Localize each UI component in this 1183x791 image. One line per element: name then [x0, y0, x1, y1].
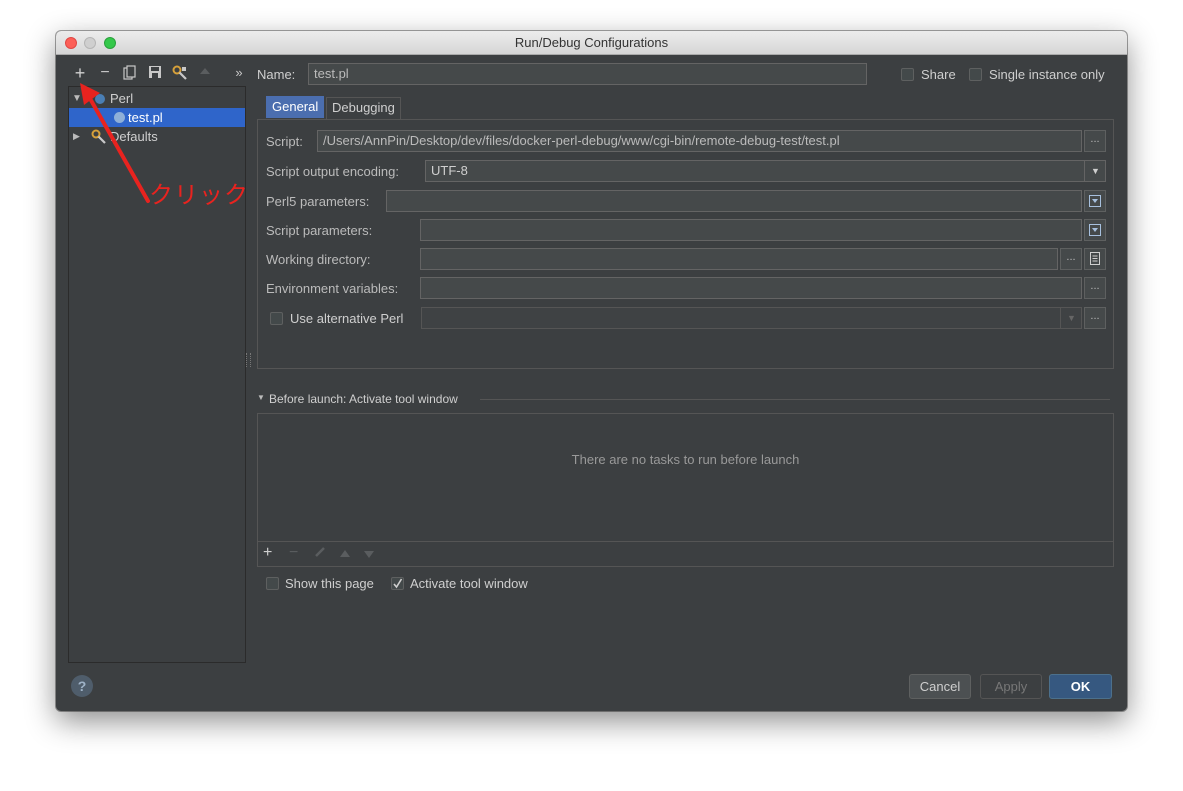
empty-tasks-text: There are no tasks to run before launch [571, 452, 800, 467]
alt-perl-checkbox[interactable] [270, 312, 283, 325]
pencil-icon [315, 547, 325, 557]
script-field[interactable]: /Users/AnnPin/Desktop/dev/files/docker-p… [317, 130, 1082, 152]
working-dir-label: Working directory: [266, 252, 371, 267]
cancel-button[interactable]: Cancel [909, 674, 971, 699]
add-configuration-button[interactable]: + [71, 64, 89, 82]
macro-insert-button[interactable] [1084, 248, 1106, 270]
encoding-label: Script output encoding: [266, 164, 399, 179]
remove-configuration-button[interactable]: − [96, 64, 114, 82]
copy-icon [123, 65, 136, 80]
browse-script-button[interactable]: ... [1084, 130, 1106, 152]
move-task-up-button [339, 547, 351, 562]
chevron-down-icon: ▼ [1060, 308, 1082, 328]
add-task-button[interactable]: + [263, 544, 272, 562]
window-title: Run/Debug Configurations [514, 35, 669, 50]
script-params-label: Script parameters: [266, 223, 373, 238]
wrench-icon [172, 65, 187, 80]
tab-general[interactable]: General [266, 96, 325, 118]
activate-tool-window-label: Activate tool window [410, 576, 528, 591]
show-page-checkbox[interactable] [266, 577, 279, 590]
panel-divider [258, 541, 1113, 542]
apply-button[interactable]: Apply [980, 674, 1042, 699]
edit-defaults-button[interactable] [171, 64, 189, 82]
alt-perl-label: Use alternative Perl [290, 311, 404, 326]
share-label: Share [921, 67, 956, 82]
name-field[interactable]: test.pl [308, 63, 867, 85]
splitter-handle[interactable] [246, 353, 251, 367]
zoom-window-button[interactable] [104, 37, 116, 49]
alt-perl-select [421, 307, 1082, 329]
arrow-down-icon [364, 551, 374, 558]
name-label: Name: [257, 67, 296, 82]
edit-env-vars-button[interactable]: ... [1084, 277, 1106, 299]
expand-script-params-button[interactable] [1084, 219, 1106, 241]
edit-task-button [314, 546, 326, 561]
annotation-arrow-icon [80, 83, 150, 203]
activate-tool-window-checkbox[interactable] [391, 577, 404, 590]
env-vars-field[interactable] [420, 277, 1082, 299]
ok-button[interactable]: OK [1049, 674, 1112, 699]
save-configuration-button[interactable] [146, 64, 164, 82]
checkmark-icon [393, 578, 403, 589]
perl5-params-label: Perl5 parameters: [266, 194, 370, 209]
run-debug-dialog: Run/Debug Configurations + − » ▼ Perl te… [56, 31, 1127, 711]
save-icon [149, 66, 161, 78]
minimize-window-button[interactable] [84, 37, 96, 49]
single-instance-checkbox[interactable] [969, 68, 982, 81]
before-launch-panel [257, 413, 1114, 567]
browse-alt-perl-button[interactable]: ... [1084, 307, 1106, 329]
script-label: Script: [266, 134, 303, 149]
chevron-down-icon[interactable]: ▼ [1084, 161, 1106, 181]
help-icon[interactable]: ? [71, 675, 93, 697]
section-divider [480, 399, 1110, 400]
single-instance-label: Single instance only [989, 67, 1105, 82]
close-window-button[interactable] [65, 37, 77, 49]
remove-task-button: − [289, 544, 299, 561]
title-bar: Run/Debug Configurations [56, 31, 1127, 55]
move-up-button[interactable] [196, 64, 214, 82]
encoding-select[interactable]: UTF-8 [425, 160, 1106, 182]
working-dir-field[interactable] [420, 248, 1058, 270]
env-vars-label: Environment variables: [266, 281, 399, 296]
arrow-up-icon [340, 550, 350, 557]
move-task-down-button [363, 547, 375, 562]
show-page-label: Show this page [285, 576, 374, 591]
document-icon [1090, 252, 1100, 265]
more-actions-button[interactable]: » [230, 64, 248, 82]
expand-perl5-params-button[interactable] [1084, 190, 1106, 212]
arrow-up-icon [200, 68, 210, 74]
script-params-field[interactable] [420, 219, 1082, 241]
tab-debugging[interactable]: Debugging [326, 97, 401, 119]
browse-working-dir-button[interactable]: ... [1060, 248, 1082, 270]
general-panel [257, 119, 1114, 369]
collapse-arrow-icon[interactable]: ▼ [257, 393, 265, 402]
share-checkbox[interactable] [901, 68, 914, 81]
expand-icon [1089, 224, 1101, 236]
annotation-text: クリック [149, 182, 249, 209]
copy-configuration-button[interactable] [121, 64, 139, 82]
expand-icon [1089, 195, 1101, 207]
perl5-params-field[interactable] [386, 190, 1082, 212]
before-launch-title: Before launch: Activate tool window [269, 392, 458, 406]
